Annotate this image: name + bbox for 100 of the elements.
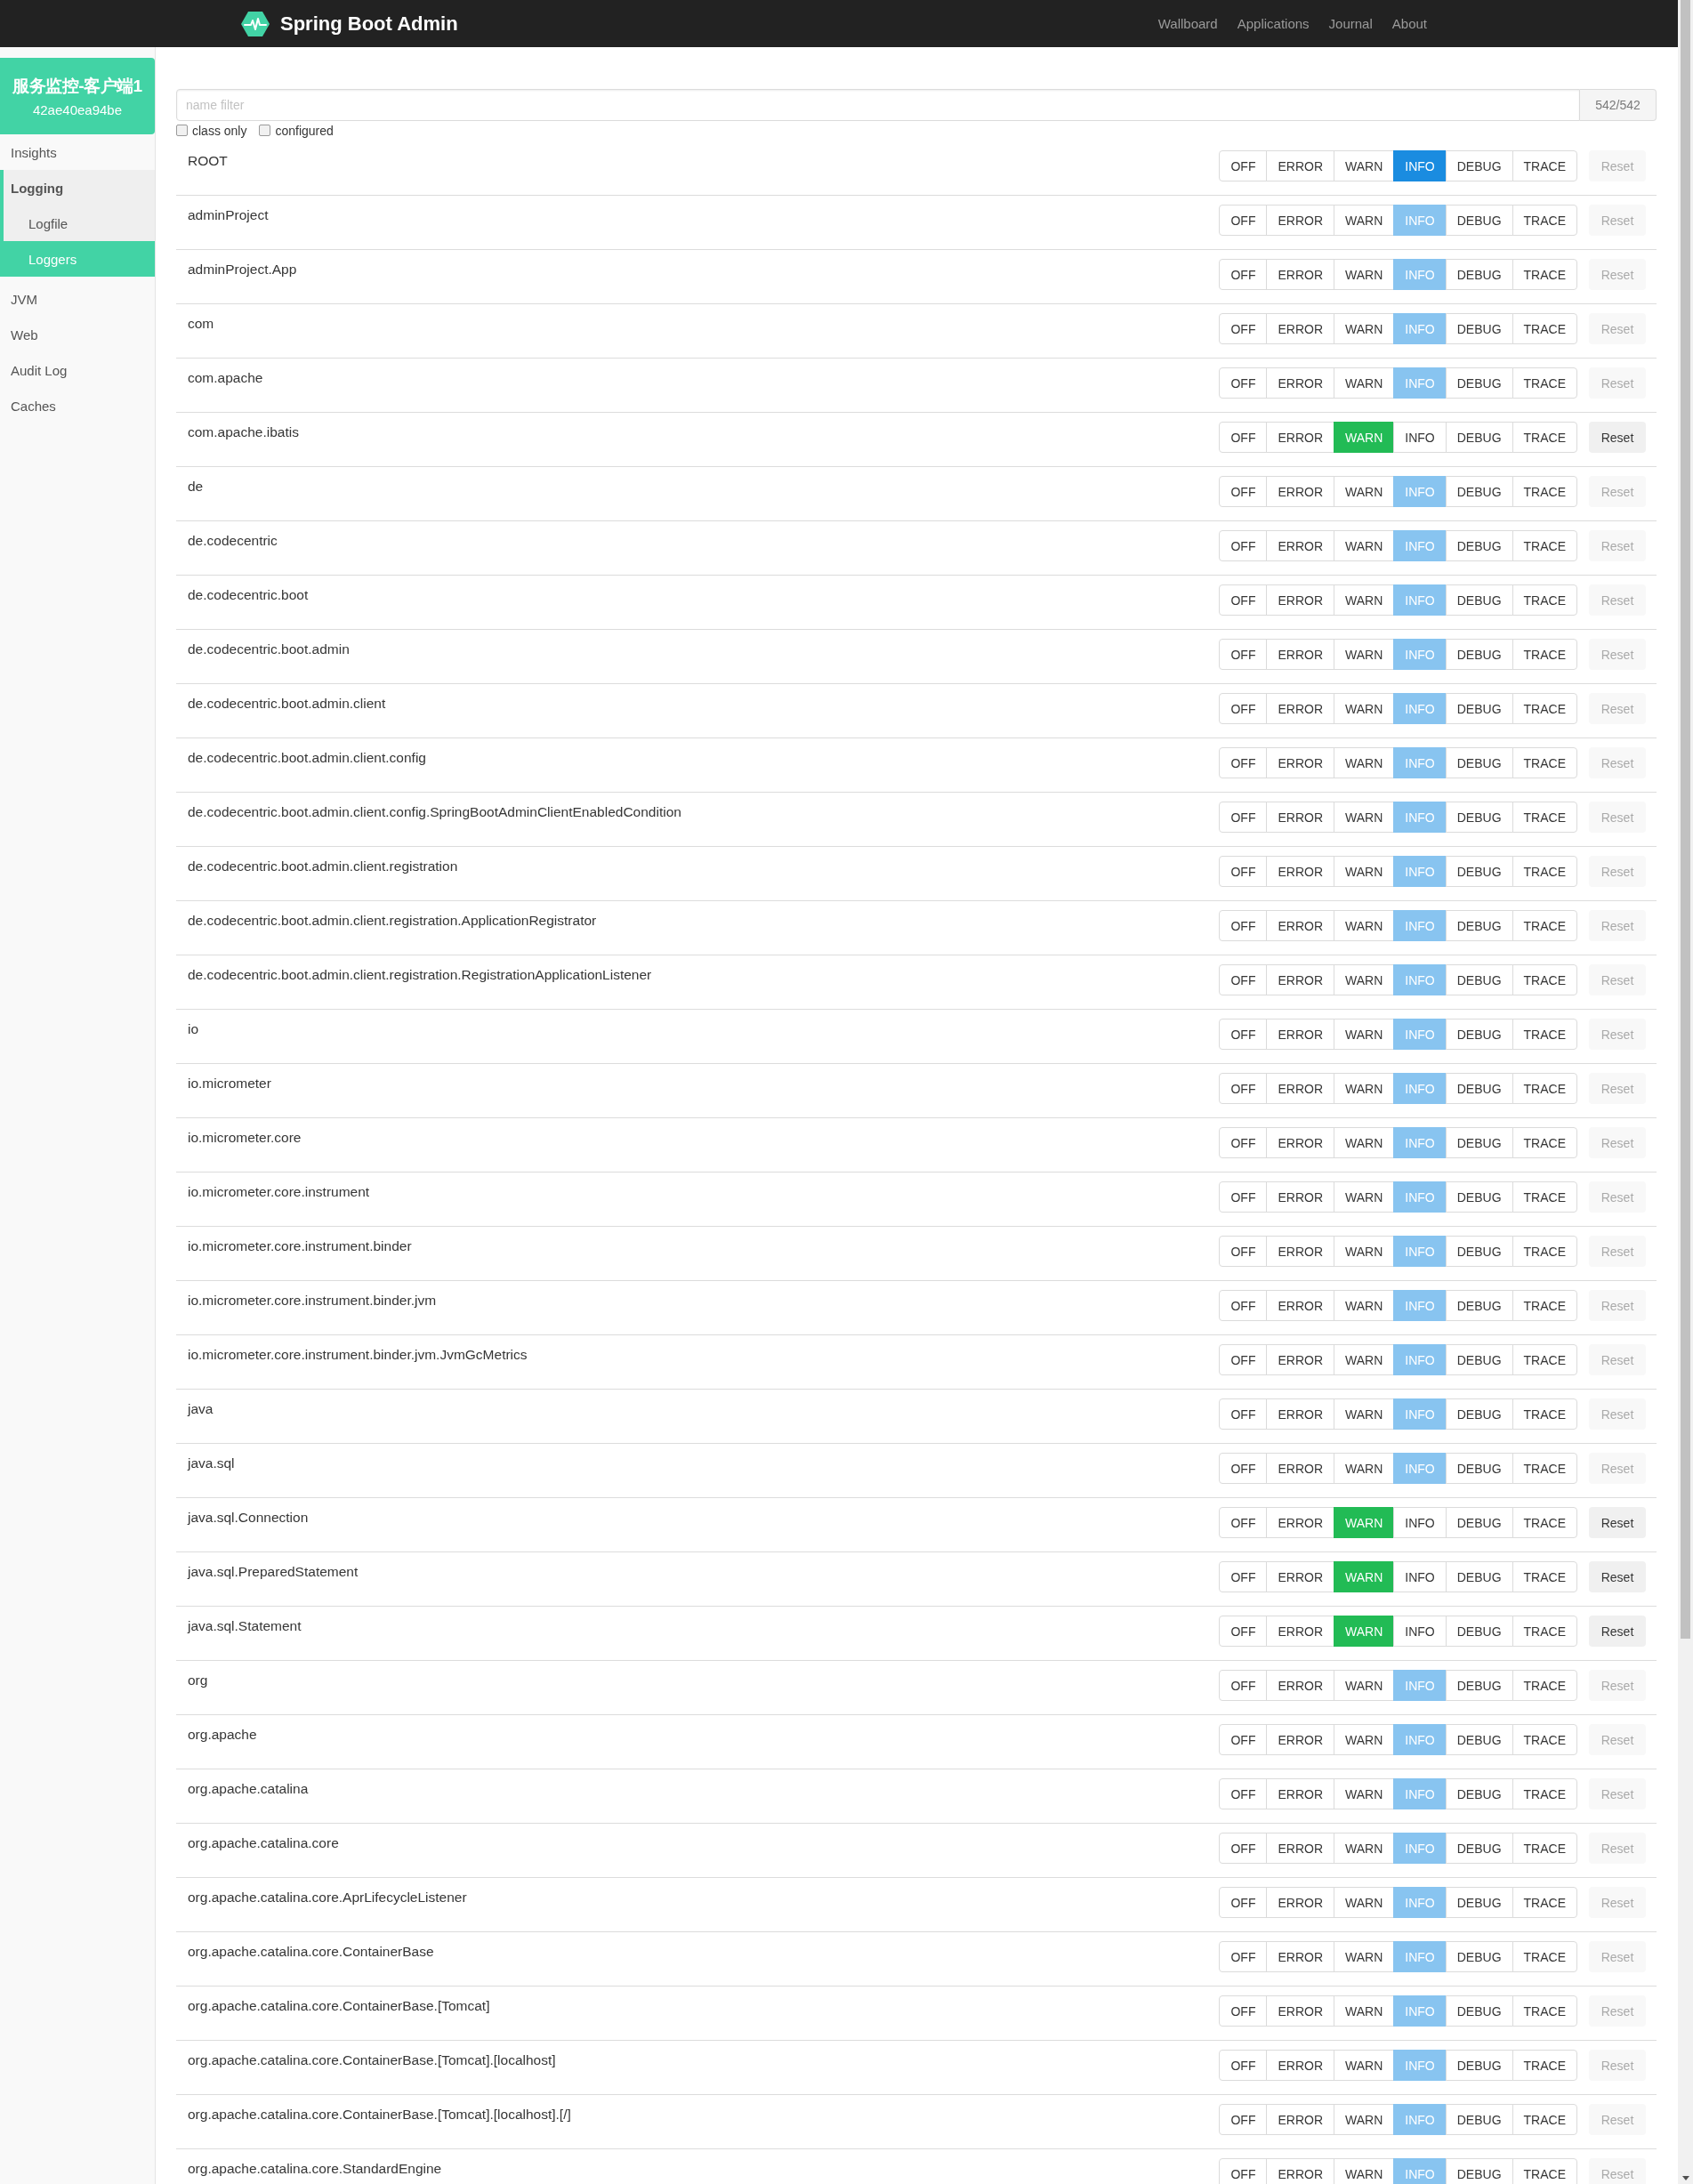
log-level-button[interactable]: OFF — [1219, 747, 1268, 778]
log-level-button[interactable]: ERROR — [1266, 1507, 1335, 1538]
log-level-button[interactable]: DEBUG — [1445, 2104, 1513, 2135]
log-level-button[interactable]: DEBUG — [1445, 747, 1513, 778]
log-level-button[interactable]: WARN — [1334, 259, 1395, 290]
log-level-button[interactable]: ERROR — [1266, 802, 1335, 833]
log-level-button[interactable]: OFF — [1219, 693, 1268, 724]
log-level-button[interactable]: TRACE — [1512, 367, 1577, 399]
log-level-button[interactable]: TRACE — [1512, 1236, 1577, 1267]
log-level-button[interactable]: WARN — [1334, 1181, 1395, 1213]
log-level-button[interactable]: TRACE — [1512, 1453, 1577, 1484]
sidebar-item[interactable]: Insights — [0, 134, 155, 170]
log-level-button[interactable]: ERROR — [1266, 1236, 1335, 1267]
log-level-button[interactable]: TRACE — [1512, 639, 1577, 670]
log-level-button[interactable]: WARN — [1334, 1833, 1395, 1864]
log-level-button[interactable]: DEBUG — [1445, 1995, 1513, 2027]
log-level-button[interactable]: ERROR — [1266, 422, 1335, 453]
log-level-button[interactable]: INFO — [1393, 150, 1447, 181]
log-level-button[interactable]: OFF — [1219, 2158, 1268, 2184]
log-level-button[interactable]: OFF — [1219, 1398, 1268, 1430]
log-level-button[interactable]: DEBUG — [1445, 150, 1513, 181]
log-level-button[interactable]: OFF — [1219, 1127, 1268, 1158]
log-level-button[interactable]: ERROR — [1266, 1887, 1335, 1918]
log-level-button[interactable]: WARN — [1334, 1127, 1395, 1158]
log-level-button[interactable]: WARN — [1334, 910, 1395, 941]
log-level-button[interactable]: DEBUG — [1445, 1398, 1513, 1430]
log-level-button[interactable]: WARN — [1334, 1670, 1395, 1701]
brand-title[interactable]: Spring Boot Admin — [280, 12, 458, 36]
log-level-button[interactable]: OFF — [1219, 1181, 1268, 1213]
log-level-button[interactable]: OFF — [1219, 1073, 1268, 1104]
log-level-button[interactable]: WARN — [1334, 1290, 1395, 1321]
log-level-button[interactable]: WARN — [1334, 476, 1395, 507]
log-level-button[interactable]: TRACE — [1512, 747, 1577, 778]
log-level-button[interactable]: TRACE — [1512, 313, 1577, 344]
log-level-button[interactable]: DEBUG — [1445, 1616, 1513, 1647]
log-level-button[interactable]: DEBUG — [1445, 2050, 1513, 2081]
log-level-button[interactable]: WARN — [1334, 1236, 1395, 1267]
log-level-button[interactable]: OFF — [1219, 1236, 1268, 1267]
log-level-button[interactable]: DEBUG — [1445, 856, 1513, 887]
log-level-button[interactable]: DEBUG — [1445, 367, 1513, 399]
log-level-button[interactable]: DEBUG — [1445, 910, 1513, 941]
log-level-button[interactable]: ERROR — [1266, 205, 1335, 236]
log-level-button[interactable]: OFF — [1219, 259, 1268, 290]
log-level-button[interactable]: DEBUG — [1445, 1941, 1513, 1972]
log-level-button[interactable]: WARN — [1334, 1073, 1395, 1104]
log-level-button[interactable]: ERROR — [1266, 964, 1335, 995]
log-level-button[interactable]: TRACE — [1512, 1670, 1577, 1701]
log-level-button[interactable]: ERROR — [1266, 1561, 1335, 1592]
log-level-button[interactable]: WARN — [1334, 1453, 1395, 1484]
log-level-button[interactable]: TRACE — [1512, 1398, 1577, 1430]
log-level-button[interactable]: OFF — [1219, 205, 1268, 236]
log-level-button[interactable]: OFF — [1219, 856, 1268, 887]
log-level-button[interactable]: DEBUG — [1445, 639, 1513, 670]
sidebar-item[interactable]: JVM — [0, 281, 155, 317]
log-level-button[interactable]: OFF — [1219, 313, 1268, 344]
log-level-button[interactable]: ERROR — [1266, 910, 1335, 941]
log-level-button[interactable]: DEBUG — [1445, 1561, 1513, 1592]
sidebar-item[interactable]: Web — [0, 317, 155, 352]
log-level-button[interactable]: OFF — [1219, 584, 1268, 616]
log-level-button[interactable]: OFF — [1219, 2050, 1268, 2081]
log-level-button[interactable]: OFF — [1219, 367, 1268, 399]
nav-link[interactable]: Journal — [1318, 14, 1383, 33]
log-level-button[interactable]: DEBUG — [1445, 530, 1513, 561]
log-level-button[interactable]: DEBUG — [1445, 1127, 1513, 1158]
log-level-button[interactable]: ERROR — [1266, 1019, 1335, 1050]
log-level-button[interactable]: WARN — [1334, 313, 1395, 344]
scrollbar-thumb[interactable] — [1681, 0, 1690, 1639]
log-level-button[interactable]: TRACE — [1512, 530, 1577, 561]
log-level-button[interactable]: TRACE — [1512, 2104, 1577, 2135]
log-level-button[interactable]: TRACE — [1512, 1507, 1577, 1538]
log-level-button[interactable]: ERROR — [1266, 2104, 1335, 2135]
log-level-button[interactable]: OFF — [1219, 2104, 1268, 2135]
log-level-button[interactable]: TRACE — [1512, 693, 1577, 724]
log-level-button[interactable]: TRACE — [1512, 150, 1577, 181]
log-level-button[interactable]: ERROR — [1266, 1670, 1335, 1701]
log-level-button[interactable]: OFF — [1219, 1670, 1268, 1701]
log-level-button[interactable]: ERROR — [1266, 530, 1335, 561]
log-level-button[interactable]: TRACE — [1512, 1290, 1577, 1321]
log-level-button[interactable]: DEBUG — [1445, 1236, 1513, 1267]
log-level-button[interactable]: ERROR — [1266, 476, 1335, 507]
log-level-button[interactable]: DEBUG — [1445, 422, 1513, 453]
log-level-button[interactable]: TRACE — [1512, 1344, 1577, 1375]
log-level-button[interactable]: TRACE — [1512, 422, 1577, 453]
log-level-button[interactable]: ERROR — [1266, 856, 1335, 887]
log-level-button[interactable]: WARN — [1334, 1398, 1395, 1430]
log-level-button[interactable]: ERROR — [1266, 2050, 1335, 2081]
log-level-button[interactable]: TRACE — [1512, 1073, 1577, 1104]
log-level-button[interactable]: OFF — [1219, 1290, 1268, 1321]
log-level-button[interactable]: WARN — [1334, 1941, 1395, 1972]
log-level-button[interactable]: OFF — [1219, 639, 1268, 670]
log-level-button[interactable]: WARN — [1334, 802, 1395, 833]
log-level-button[interactable]: ERROR — [1266, 1724, 1335, 1755]
log-level-button[interactable]: WARN — [1334, 1724, 1395, 1755]
log-level-button[interactable]: ERROR — [1266, 1398, 1335, 1430]
log-level-button[interactable]: OFF — [1219, 422, 1268, 453]
log-level-button[interactable]: DEBUG — [1445, 802, 1513, 833]
log-level-button[interactable]: WARN — [1334, 639, 1395, 670]
log-level-button[interactable]: OFF — [1219, 1778, 1268, 1809]
reset-button[interactable]: Reset — [1589, 422, 1646, 453]
log-level-button[interactable]: TRACE — [1512, 584, 1577, 616]
